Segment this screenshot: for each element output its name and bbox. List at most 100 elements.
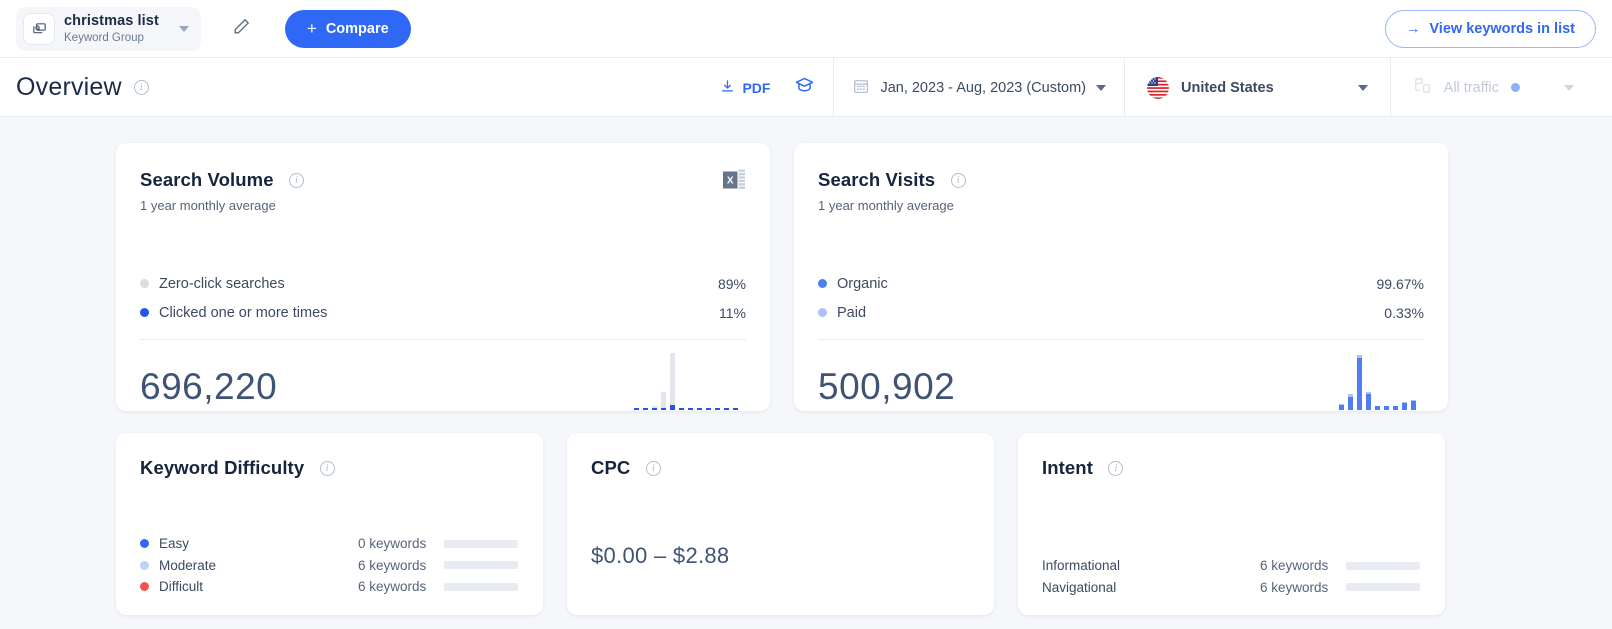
sparkline-bar — [670, 348, 675, 410]
sparkline-bar — [1411, 348, 1416, 410]
intent-info-icon[interactable]: i — [1108, 461, 1124, 477]
graduation-cap-icon — [794, 75, 815, 101]
legend-dot — [818, 279, 827, 288]
cpc-value: $0.00 – $2.88 — [591, 543, 730, 568]
arrow-right-icon: → — [1405, 21, 1421, 37]
edit-group-button[interactable] — [227, 14, 257, 44]
legend-label: Paid — [837, 304, 867, 321]
legend-value: 89% — [717, 275, 746, 292]
traffic-source-icon — [1413, 76, 1432, 99]
difficulty-dot-difficult — [140, 582, 149, 592]
legend-label: Clicked one or more times — [159, 304, 328, 321]
legend-dot — [140, 308, 149, 317]
search-visits-subtitle: 1 year monthly average — [818, 198, 954, 213]
chevron-down-icon — [1095, 84, 1106, 91]
difficulty-label: Difficult — [159, 579, 204, 595]
us-flag-icon — [1146, 76, 1169, 99]
export-pdf-button[interactable]: PDF — [710, 79, 780, 97]
page-title-info-icon[interactable]: i — [133, 80, 149, 95]
legend-value: 11% — [719, 304, 746, 321]
chevron-down-icon — [1564, 84, 1574, 91]
legend-label: Zero-click searches — [159, 275, 285, 292]
search-volume-sparkline — [634, 348, 746, 410]
difficulty-count: 6 keywords — [358, 557, 427, 573]
legend-item: Zero-click searches 89% — [140, 269, 746, 298]
search-visits-card: Search Visits i 1 year monthly average O… — [794, 143, 1448, 411]
sparkline-bar — [706, 348, 711, 410]
stat-row: Easy 0 keywords — [140, 533, 519, 555]
sparkline-bar — [724, 348, 729, 410]
keyword-group-type: Keyword Group — [64, 31, 144, 44]
legend-label: Organic — [837, 275, 888, 292]
calendar-icon — [852, 77, 870, 99]
stat-row: Informational 6 keywords — [1042, 555, 1421, 577]
stat-row: Difficult 6 keywords — [140, 576, 519, 598]
difficulty-bar — [444, 561, 518, 570]
intent-label: Informational — [1042, 558, 1121, 574]
search-visits-divider — [818, 339, 1424, 340]
stat-row: Moderate 6 keywords — [140, 555, 519, 577]
cpc-info-icon[interactable]: i — [645, 461, 661, 477]
intent-stats: Informational 6 keywords Navigational 6 … — [1042, 555, 1421, 598]
chevron-down-icon — [1357, 84, 1368, 91]
sparkline-bar — [697, 348, 702, 410]
dashboard-content: Search Volume i 1 year monthly average X — [0, 117, 1612, 615]
keyword-difficulty-card: Keyword Difficulty i Easy 0 keywords Mod… — [116, 433, 543, 615]
pencil-icon — [232, 17, 251, 41]
sparkline-bar — [1348, 348, 1353, 410]
search-volume-header: Search Volume i 1 year monthly average X — [140, 169, 746, 213]
country-selector[interactable]: United States — [1125, 58, 1390, 117]
traffic-source-selector[interactable]: All traffic — [1391, 58, 1596, 117]
search-volume-info-icon[interactable]: i — [289, 173, 305, 189]
metrics-row-top: Search Volume i 1 year monthly average X — [0, 143, 1612, 411]
compare-button[interactable]: + Compare — [284, 10, 411, 48]
legend-item: Organic 99.67% — [818, 269, 1424, 298]
stat-row: Navigational 6 keywords — [1042, 577, 1421, 599]
sparkline-bar — [679, 348, 684, 410]
difficulty-label: Moderate — [159, 557, 217, 573]
intent-label: Navigational — [1042, 579, 1117, 595]
top-toolbar: christmas list Keyword Group + Compare →… — [0, 0, 1612, 58]
difficulty-label: Easy — [159, 536, 190, 552]
difficulty-count: 0 keywords — [358, 536, 427, 552]
country-label: United States — [1180, 79, 1274, 96]
search-volume-card: Search Volume i 1 year monthly average X — [116, 143, 770, 411]
search-volume-title: Search Volume — [140, 169, 274, 190]
search-volume-divider — [140, 339, 746, 340]
keyword-difficulty-title: Keyword Difficulty — [140, 457, 305, 478]
svg-text:X: X — [727, 176, 734, 187]
sparkline-bar — [661, 348, 666, 410]
search-visits-legend: Organic 99.67% Paid 0.33% — [818, 269, 1424, 327]
date-range-selector[interactable]: Jan, 2023 - Aug, 2023 (Custom) — [834, 58, 1124, 117]
keyword-group-icon — [24, 14, 54, 44]
difficulty-dot-easy — [140, 539, 149, 549]
page-title: Overview — [16, 73, 122, 101]
legend-value: 0.33% — [1384, 304, 1424, 321]
cpc-card: CPC i $0.00 – $2.88 — [567, 433, 994, 615]
search-visits-info-icon[interactable]: i — [950, 173, 966, 189]
cpc-title: CPC — [591, 457, 631, 478]
keyword-difficulty-info-icon[interactable]: i — [319, 461, 335, 477]
search-visits-sparkline — [1312, 348, 1424, 410]
keyword-difficulty-stats: Easy 0 keywords Moderate 6 keywords Diff… — [140, 533, 519, 598]
date-range-label: Jan, 2023 - Aug, 2023 (Custom) — [880, 79, 1086, 96]
sparkline-bar — [1393, 348, 1398, 410]
view-keywords-in-list-button[interactable]: → View keywords in list — [1384, 10, 1596, 48]
sparkline-bar — [1339, 348, 1344, 410]
intent-bar — [1346, 583, 1420, 592]
sparkline-bar — [688, 348, 693, 410]
sparkline-bar — [733, 348, 738, 410]
excel-export-icon: X — [723, 169, 746, 195]
search-volume-export-button[interactable]: X — [723, 169, 746, 196]
search-visits-summary: 500,902 — [818, 348, 1424, 410]
intent-count: 6 keywords — [1260, 558, 1329, 574]
legend-dot — [140, 279, 149, 288]
difficulty-count: 6 keywords — [358, 579, 427, 595]
legend-dot — [818, 308, 827, 317]
download-icon — [720, 79, 735, 97]
search-volume-summary: 696,220 — [140, 348, 746, 410]
export-pdf-label: PDF — [742, 79, 771, 96]
academy-button[interactable] — [780, 75, 833, 101]
intent-card: Intent i Informational 6 keywords Naviga… — [1018, 433, 1445, 615]
keyword-group-selector[interactable]: christmas list Keyword Group — [16, 7, 201, 51]
